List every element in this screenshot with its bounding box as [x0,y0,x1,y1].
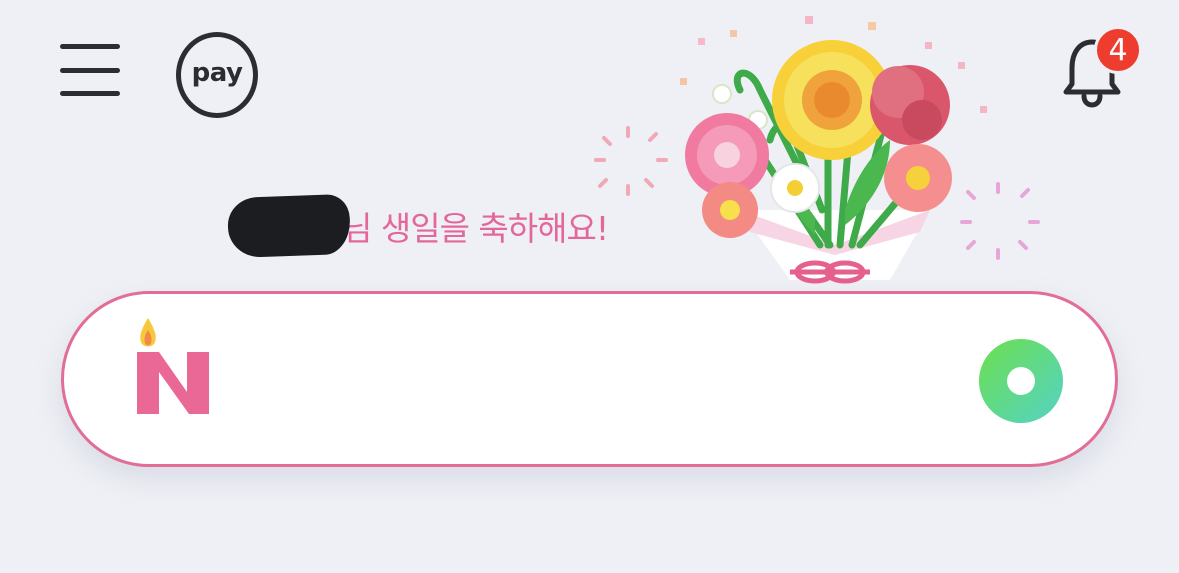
pay-label: pay [191,58,243,88]
menu-icon-line [60,91,120,96]
redacted-username [226,193,352,259]
birthday-greeting: 님 생일을 축하해요! [226,193,609,259]
menu-icon-line [60,68,120,73]
menu-icon-line [60,44,120,49]
bouquet-illustration [594,16,1040,284]
greeting-text: 님 생일을 축하해요! [342,209,609,248]
pay-button[interactable]: pay [176,32,258,118]
menu-button[interactable] [58,44,122,98]
notification-badge: 4 [1094,26,1142,74]
green-circle-icon[interactable] [978,338,1064,424]
naver-birthday-logo [137,318,209,414]
search-bar[interactable] [61,291,1118,467]
